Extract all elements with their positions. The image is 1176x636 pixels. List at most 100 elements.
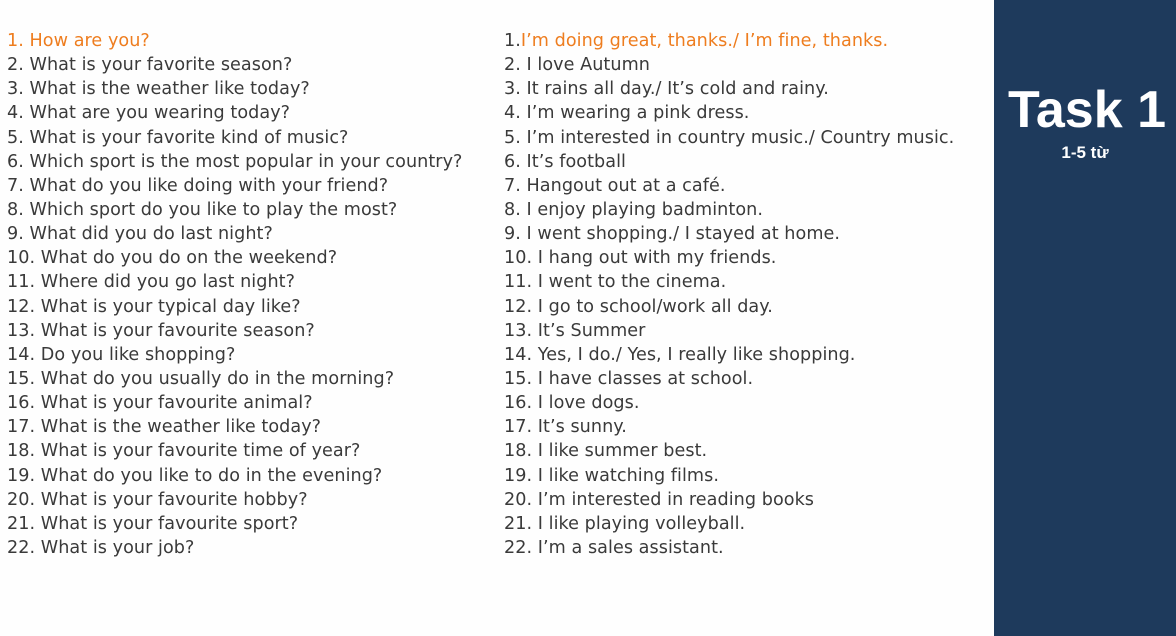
qa-row: 17. What is the weather like today? 17. I…	[7, 415, 992, 439]
answer-text: 4. I’m wearing a pink dress.	[504, 101, 749, 125]
answer-text: 1.I’m doing great, thanks./ I’m fine, th…	[504, 29, 888, 53]
task-title: Task 1	[1007, 81, 1167, 139]
question-text: 22. What is your job?	[7, 537, 195, 558]
question-text: 20. What is your favourite hobby?	[7, 489, 308, 510]
task-side-panel: Task 1 1-5 từ	[994, 0, 1176, 636]
answer-text: 10. I hang out with my friends.	[504, 246, 776, 270]
qa-row: 10. What do you do on the weekend? 10. I …	[7, 246, 992, 270]
answer-number: 3.	[504, 79, 527, 100]
qa-row: 21. What is your favourite sport? 21. I l…	[7, 512, 992, 536]
answer-body: I went to the cinema.	[537, 272, 727, 293]
question-text: 9. What did you do last night?	[7, 224, 273, 245]
answer-number: 16.	[504, 393, 538, 414]
answer-text: 9. I went shopping./ I stayed at home.	[504, 222, 840, 246]
qa-row: 3. What is the weather like today? 3. It …	[7, 77, 992, 101]
question-text: 10. What do you do on the weekend?	[7, 248, 338, 269]
answer-body: I’m a sales assistant.	[537, 537, 724, 558]
answer-text: 16. I love dogs.	[504, 391, 640, 415]
answer-number: 17.	[504, 417, 538, 438]
qa-row: 18. What is your favourite time of year?…	[7, 439, 992, 463]
answer-text: 5. I’m interested in country music./ Cou…	[504, 126, 954, 150]
question-text: 8. Which sport do you like to play the m…	[7, 199, 398, 220]
answer-number: 19.	[504, 465, 538, 486]
answer-number: 10.	[504, 248, 538, 269]
answer-body: It’s sunny.	[537, 417, 627, 438]
answer-number: 14.	[504, 344, 538, 365]
answer-text: 3. It rains all day./ It’s cold and rain…	[504, 77, 829, 101]
answer-number: 21.	[504, 513, 538, 534]
task-subtitle: 1-5 từ	[1061, 143, 1109, 162]
answer-number: 8.	[504, 199, 527, 220]
qa-row: 20. What is your favourite hobby? 20. I’m…	[7, 488, 992, 512]
qa-row: 15. What do you usually do in the mornin…	[7, 367, 992, 391]
question-text: 3. What is the weather like today?	[7, 79, 310, 100]
qa-row: 22. What is your job? 22. I’m a sales ass…	[7, 536, 992, 560]
qa-row: 9. What did you do last night? 9. I went …	[7, 222, 992, 246]
answer-text: 12. I go to school/work all day.	[504, 295, 773, 319]
qa-row: 19. What do you like to do in the evenin…	[7, 464, 992, 488]
qa-row: 1. How are you? 1.I’m doing great, thanks…	[7, 29, 992, 53]
answer-text: 2. I love Autumn	[504, 53, 650, 77]
question-text: 14. Do you like shopping?	[7, 344, 236, 365]
answer-number: 1.	[504, 31, 521, 51]
answer-body: I have classes at school.	[537, 368, 754, 389]
qa-row: 4. What are you wearing today? 4. I’m wea…	[7, 101, 992, 125]
answer-body: I go to school/work all day.	[537, 296, 773, 317]
question-text: 1. How are you?	[7, 31, 150, 51]
answer-body: I’m wearing a pink dress.	[526, 103, 750, 124]
answer-number: 6.	[504, 151, 527, 172]
question-text: 7. What do you like doing with your frie…	[7, 175, 389, 196]
answer-text: 7. Hangout out at a café.	[504, 174, 725, 198]
answer-body: Hangout out at a café.	[526, 175, 726, 196]
answer-number: 9.	[504, 224, 527, 245]
answer-body: I like watching films.	[537, 465, 719, 486]
qa-row: 13. What is your favourite season? 13. It…	[7, 319, 992, 343]
answer-body: I’m interested in reading books	[537, 489, 815, 510]
answer-body: It rains all day./ It’s cold and rainy.	[526, 79, 829, 100]
answer-number: 22.	[504, 537, 538, 558]
question-text: 12. What is your typical day like?	[7, 296, 301, 317]
answer-text: 15. I have classes at school.	[504, 367, 753, 391]
qa-list-area: 1. How are you? 1.I’m doing great, thanks…	[0, 0, 994, 636]
question-text: 5. What is your favorite kind of music?	[7, 127, 349, 148]
question-text: 6. Which sport is the most popular in yo…	[7, 151, 463, 172]
qa-rows: 1. How are you? 1.I’m doing great, thanks…	[7, 29, 992, 560]
question-text: 2. What is your favorite season?	[7, 55, 293, 76]
answer-number: 11.	[504, 272, 538, 293]
qa-row: 2. What is your favorite season? 2. I lov…	[7, 53, 992, 77]
answer-number: 5.	[504, 127, 527, 148]
answer-body: It’s football	[526, 151, 626, 172]
answer-text: 18. I like summer best.	[504, 439, 707, 463]
answer-text: 14. Yes, I do./ Yes, I really like shopp…	[504, 343, 855, 367]
answer-number: 18.	[504, 441, 538, 462]
answer-text: 22. I’m a sales assistant.	[504, 536, 724, 560]
answer-number: 20.	[504, 489, 538, 510]
answer-number: 15.	[504, 368, 538, 389]
answer-text: 19. I like watching films.	[504, 464, 719, 488]
answer-body: I went shopping./ I stayed at home.	[526, 224, 841, 245]
question-text: 18. What is your favourite time of year?	[7, 441, 361, 462]
answer-body: I love dogs.	[537, 393, 640, 414]
question-text: 15. What do you usually do in the mornin…	[7, 368, 395, 389]
question-text: 4. What are you wearing today?	[7, 103, 291, 124]
qa-row: 6. Which sport is the most popular in yo…	[7, 150, 992, 174]
answer-body: I love Autumn	[526, 55, 650, 76]
qa-row: 16. What is your favourite animal? 16. I …	[7, 391, 992, 415]
question-text: 19. What do you like to do in the evenin…	[7, 465, 383, 486]
answer-text: 17. It’s sunny.	[504, 415, 627, 439]
answer-body: I like playing volleyball.	[537, 513, 746, 534]
answer-text: 13. It’s Summer	[504, 319, 645, 343]
qa-row: 14. Do you like shopping? 14. Yes, I do./…	[7, 343, 992, 367]
qa-row: 8. Which sport do you like to play the m…	[7, 198, 992, 222]
answer-body: I like summer best.	[537, 441, 708, 462]
answer-number: 12.	[504, 296, 538, 317]
answer-number: 2.	[504, 55, 527, 76]
answer-text: 20. I’m interested in reading books	[504, 488, 814, 512]
answer-number: 13.	[504, 320, 538, 341]
qa-row: 12. What is your typical day like? 12. I …	[7, 295, 992, 319]
qa-row: 11. Where did you go last night? 11. I we…	[7, 270, 992, 294]
answer-body: It’s Summer	[537, 320, 646, 341]
answer-body: I hang out with my friends.	[537, 248, 777, 269]
answer-text: 11. I went to the cinema.	[504, 270, 726, 294]
qa-row: 7. What do you like doing with your frie…	[7, 174, 992, 198]
